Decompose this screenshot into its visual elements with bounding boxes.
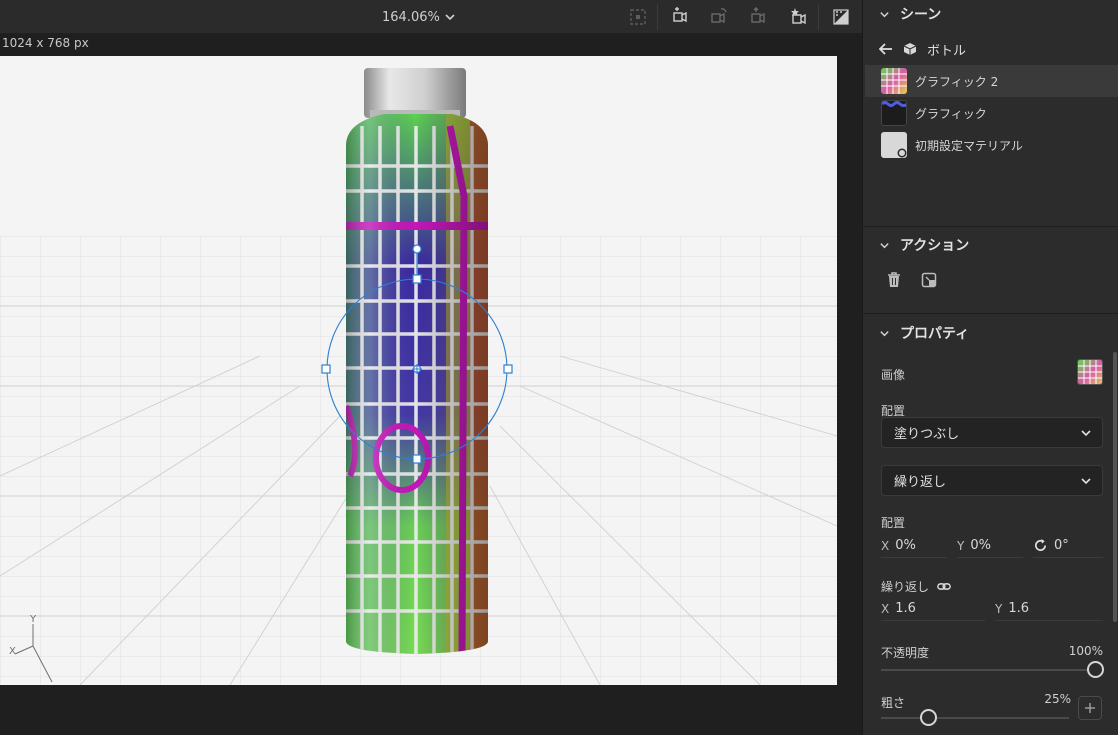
link-icon[interactable] xyxy=(937,582,951,591)
zoom-value: 164.06% xyxy=(382,9,440,25)
offset-x-value: 0% xyxy=(895,538,916,553)
chevron-down-icon xyxy=(1081,429,1091,436)
repeat-mode-dropdown[interactable]: 繰り返し xyxy=(881,465,1103,496)
graphic-thumbnail xyxy=(881,68,907,94)
camera-bookmark-icon[interactable] xyxy=(668,4,694,30)
tiling-label: 繰り返し xyxy=(881,580,930,594)
tiling-row: 繰り返し xyxy=(881,578,951,595)
chevron-down-icon xyxy=(880,242,889,248)
right-panel: シーン ボトル グラフィック 2 グラフィック 初期設定マテリアル アクション xyxy=(862,0,1118,735)
offset-y-field[interactable]: Y 0% xyxy=(957,534,1023,558)
cube-icon xyxy=(903,43,917,55)
y-axis-label: Y xyxy=(957,538,965,553)
camera-rotate-icon[interactable] xyxy=(706,4,732,30)
tile-x-field[interactable]: X 1.6 xyxy=(881,597,985,621)
layer-item-default-material[interactable]: 初期設定マテリアル xyxy=(865,129,1118,161)
scene-section-header[interactable]: シーン xyxy=(863,0,1118,28)
layer-label: グラフィック xyxy=(915,106,987,121)
add-button[interactable] xyxy=(1078,696,1102,720)
layer-label: グラフィック 2 xyxy=(915,74,999,89)
roughness-value: 25% xyxy=(1044,692,1071,706)
replace-icon[interactable] xyxy=(917,268,941,292)
rotate-icon xyxy=(1035,538,1047,551)
canvas-size-label: 1024 x 768 px xyxy=(2,36,89,50)
offset-y-value: 0% xyxy=(970,538,991,553)
offset-x-field[interactable]: X 0% xyxy=(881,534,947,558)
properties-section-header[interactable]: プロパティ xyxy=(863,319,1118,347)
top-toolbar: 164.06% xyxy=(0,0,862,34)
opacity-value: 100% xyxy=(1068,644,1103,658)
layer-item-graphic-2[interactable]: グラフィック 2 xyxy=(865,65,1118,97)
tile-y-field[interactable]: Y 1.6 xyxy=(995,597,1103,621)
chevron-down-icon xyxy=(880,11,889,17)
breadcrumb[interactable]: ボトル xyxy=(879,38,966,60)
scene-title: シーン xyxy=(900,7,942,23)
image-label: 画像 xyxy=(881,368,906,382)
opacity-slider-knob[interactable] xyxy=(1086,661,1104,678)
plus-icon xyxy=(1085,703,1095,713)
axis-y-label: Y xyxy=(29,614,37,625)
breadcrumb-model: ボトル xyxy=(927,43,967,59)
opacity-slider[interactable] xyxy=(881,669,1095,671)
graphic-thumbnail xyxy=(881,100,907,126)
toolbar-divider xyxy=(818,4,819,30)
rotation-field[interactable]: 0° xyxy=(1033,534,1103,558)
roughness-slider-knob[interactable] xyxy=(919,709,937,726)
divider xyxy=(863,226,1118,227)
panel-scrollbar[interactable] xyxy=(1113,352,1117,622)
roughness-label: 粗さ xyxy=(881,696,906,710)
repeat-mode-value: 繰り返し xyxy=(894,475,947,490)
delete-icon[interactable] xyxy=(882,268,906,292)
rotation-value: 0° xyxy=(1054,538,1069,553)
fill-mode-value: 塗りつぶし xyxy=(894,427,960,442)
chevron-down-icon xyxy=(1081,477,1091,484)
actions-section-header[interactable]: アクション xyxy=(863,231,1118,259)
chevron-down-icon xyxy=(880,330,889,336)
x-axis-label: X xyxy=(881,601,890,616)
zoom-dropdown[interactable]: 164.06% xyxy=(382,6,456,28)
camera-move-icon[interactable] xyxy=(746,4,772,30)
tile-x-value: 1.6 xyxy=(895,601,916,616)
render-preview-icon[interactable] xyxy=(828,4,854,30)
opacity-label: 不透明度 xyxy=(881,646,930,660)
offset-label: 配置 xyxy=(881,516,906,530)
chevron-down-icon xyxy=(445,14,455,21)
material-thumbnail xyxy=(881,132,907,158)
back-arrow-icon[interactable] xyxy=(879,42,893,56)
3d-viewport-canvas[interactable]: Y X xyxy=(0,56,837,685)
layer-label: 初期設定マテリアル xyxy=(915,138,1023,153)
divider xyxy=(863,313,1118,314)
fill-mode-dropdown[interactable]: 塗りつぶし xyxy=(881,417,1103,448)
toolbar-divider xyxy=(657,4,658,30)
layer-item-graphic[interactable]: グラフィック xyxy=(865,97,1118,129)
frame-icon[interactable] xyxy=(625,4,651,30)
y-axis-label: Y xyxy=(995,601,1003,616)
properties-title: プロパティ xyxy=(900,326,970,342)
actions-title: アクション xyxy=(900,238,970,254)
roughness-slider[interactable] xyxy=(881,717,1069,719)
image-thumbnail[interactable] xyxy=(1077,359,1103,385)
tile-y-value: 1.6 xyxy=(1008,601,1030,616)
camera-favorite-icon[interactable] xyxy=(786,4,812,30)
x-axis-label: X xyxy=(881,538,890,553)
axis-x-label: X xyxy=(9,646,16,657)
